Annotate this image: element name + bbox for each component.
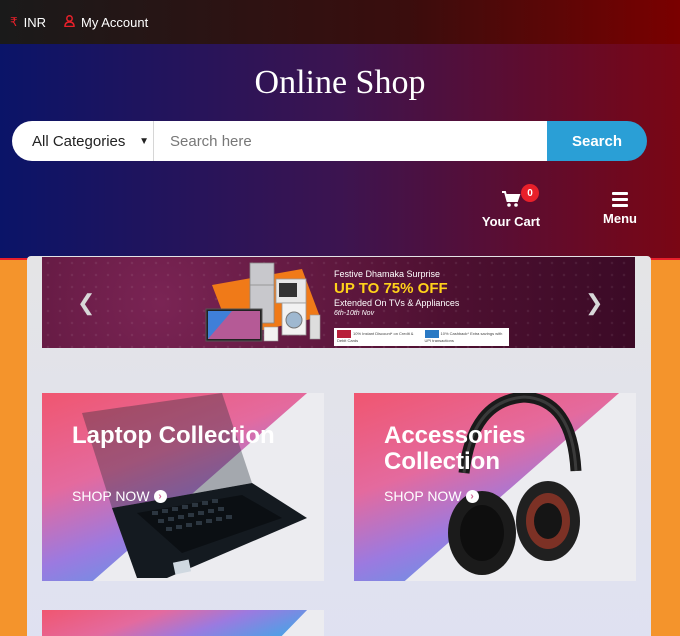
top-bar: ₹ INR My Account — [0, 0, 680, 44]
banner-line4: 6th-10th Nov — [334, 310, 375, 317]
menu-button[interactable]: Menu — [596, 192, 644, 226]
banner-line2: UP TO 75% OFF — [334, 280, 448, 297]
search-input[interactable] — [154, 121, 547, 161]
bank-offer-strip: 10% Instant Discount* on Credit & Debit … — [334, 328, 509, 346]
my-account-label: My Account — [81, 14, 149, 30]
cart-label: Your Cart — [481, 214, 541, 229]
category-value: All Categories — [32, 132, 126, 150]
user-icon — [64, 14, 75, 30]
hamburger-icon — [612, 192, 628, 207]
arrow-right-icon: › — [465, 489, 479, 503]
currency-selector[interactable]: ₹ INR — [10, 15, 46, 30]
cart-button[interactable]: 0 Your Cart — [481, 184, 541, 229]
currency-label: INR — [23, 14, 47, 30]
shop-now-label: SHOP NOW — [72, 488, 150, 504]
promo-banner-carousel[interactable]: ❮ ❯ Festive Dhamaka Surprise UP TO 75% O… — [42, 257, 635, 348]
card-title: Laptop Collection — [72, 422, 275, 449]
bank-logo-icon — [337, 330, 351, 338]
shop-now-label: SHOP NOW — [384, 488, 462, 504]
appliances-image — [205, 262, 321, 342]
my-account-link[interactable]: My Account — [64, 15, 148, 30]
upi-logo-icon — [424, 330, 439, 338]
card-gradient — [42, 610, 308, 636]
banner-line3: Extended On TVs & Appliances — [334, 298, 460, 308]
category-select[interactable]: All Categories ▼ — [12, 121, 154, 161]
shop-now-link[interactable]: SHOP NOW › — [384, 488, 479, 504]
cart-count-badge: 0 — [521, 184, 539, 202]
laptop-collection-card[interactable]: Laptop Collection SHOP NOW › — [42, 393, 324, 581]
carousel-next-icon[interactable]: ❯ — [585, 290, 603, 316]
collection-card[interactable] — [42, 610, 324, 636]
accessories-collection-card[interactable]: Accessories Collection SHOP NOW › — [354, 393, 636, 581]
rupee-icon: ₹ — [10, 15, 18, 29]
bank-offer-2: 10% Cashback* Extra savings with UPI tra… — [422, 328, 510, 346]
bank-offer-1: 10% Instant Discount* on Credit & Debit … — [334, 328, 422, 346]
menu-label: Menu — [603, 211, 637, 226]
site-title[interactable]: Online Shop — [0, 64, 680, 102]
banner-line1: Festive Dhamaka Surprise — [334, 269, 441, 279]
chevron-down-icon: ▼ — [139, 135, 149, 147]
card-title: Accessories Collection — [384, 422, 526, 475]
shop-now-link[interactable]: SHOP NOW › — [72, 488, 167, 504]
header: Online Shop All Categories ▼ Search 0 Yo… — [0, 44, 680, 260]
carousel-prev-icon[interactable]: ❮ — [77, 290, 95, 316]
banner-text: Festive Dhamaka Surprise UP TO 75% OFF E… — [334, 269, 459, 317]
search-bar: All Categories ▼ Search — [12, 121, 647, 161]
search-button[interactable]: Search — [547, 121, 647, 161]
arrow-right-icon: › — [153, 489, 167, 503]
